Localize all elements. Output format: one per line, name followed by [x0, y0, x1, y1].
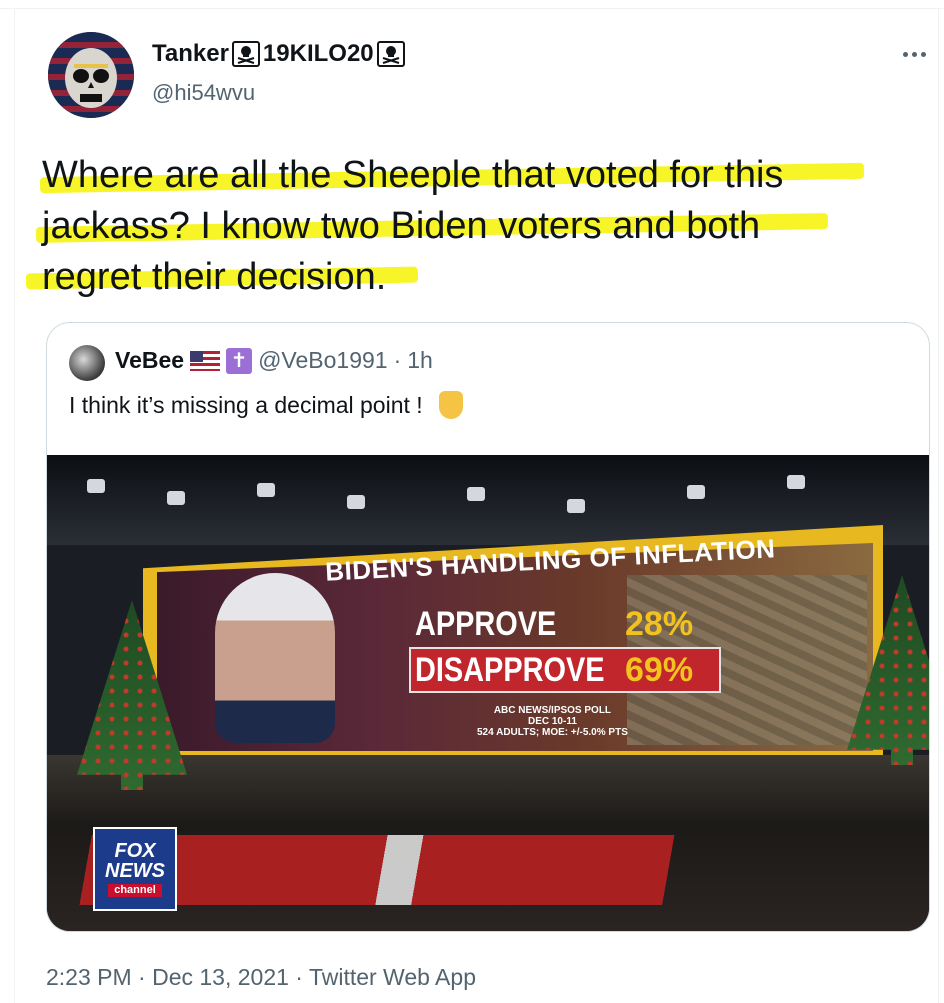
us-flag-icon: [190, 350, 221, 371]
fox-news-logo: FOX NEWS channel: [93, 827, 177, 911]
skull-flag-avatar-image: [48, 32, 134, 118]
ceiling-light: [257, 483, 275, 497]
ceiling-light: [687, 485, 705, 499]
tweet-text-line-3: regret their decision.: [42, 256, 387, 298]
tweet-text: Where are all the Sheeple that voted for…: [42, 150, 902, 303]
quoted-tweet-card[interactable]: VeBee ✝ @VeBo1991 · 1h I think it’s miss…: [46, 322, 930, 932]
author-name-suffix: 19KILO20: [262, 40, 374, 67]
ceiling-light: [467, 487, 485, 501]
right-divider: [938, 8, 939, 1003]
fox-logo-line-3: channel: [108, 884, 162, 897]
author-avatar[interactable]: [48, 32, 134, 118]
header-separator: ·: [393, 347, 402, 373]
author-handle[interactable]: @hi54wvu: [152, 80, 255, 106]
ceiling-light: [347, 495, 365, 509]
graphic-disapprove-value: 69%: [625, 651, 694, 689]
quoted-author-avatar[interactable]: [69, 345, 105, 381]
ceiling-light: [87, 479, 105, 493]
quoted-tweet-text: I think it’s missing a decimal point !: [69, 391, 464, 419]
skull-crossbones-icon: [231, 41, 260, 67]
quoted-tweet-text-body: I think it’s missing a decimal point !: [69, 392, 423, 418]
quoted-tweet-image[interactable]: BIDEN'S HANDLING OF INFLATION APPROVE 28…: [47, 455, 929, 931]
more-horizontal-icon: [902, 51, 908, 57]
latin-cross-icon: ✝: [226, 347, 253, 374]
ceiling-light: [167, 491, 185, 505]
pointing-down-icon: [439, 391, 464, 419]
tweet-text-line-2: jackass? I know two Biden voters and bot…: [42, 205, 761, 247]
quoted-author-name[interactable]: VeBee: [115, 347, 184, 374]
more-options-button[interactable]: [896, 40, 932, 68]
ceiling-light: [787, 475, 805, 489]
graphic-source-line-2: DEC 10-11: [527, 716, 577, 727]
fox-logo-line-1: FOX: [114, 840, 156, 862]
ceiling-light: [567, 499, 585, 513]
graphic-source: ABC NEWS/IPSOS POLL DEC 10-11 524 ADULTS…: [477, 705, 628, 738]
quoted-tweet-header: VeBee ✝ @VeBo1991 · 1h: [115, 347, 433, 374]
floor-stripe: [47, 835, 929, 905]
fox-logo-line-2: NEWS: [105, 860, 165, 882]
graphic-approve-label: APPROVE: [415, 605, 557, 643]
author-name-text: Tanker: [152, 40, 229, 67]
quoted-tweet-time[interactable]: 1h: [407, 347, 433, 374]
top-divider: [0, 8, 944, 9]
tweet-text-line-1: Where are all the Sheeple that voted for…: [42, 154, 784, 196]
graphic-disapprove-label: DISAPPROVE: [415, 651, 605, 689]
person-photo: [215, 573, 335, 743]
skull-crossbones-icon-2: [376, 41, 405, 67]
graphic-source-line-3: 524 ADULTS; MOE: +/-5.0% PTS: [477, 727, 628, 738]
graphic-source-line-1: ABC NEWS/IPSOS POLL: [493, 705, 612, 716]
quoted-author-handle[interactable]: @VeBo1991: [258, 347, 388, 374]
left-divider: [14, 8, 15, 1003]
graphic-approve-value: 28%: [625, 605, 694, 643]
author-name[interactable]: Tanker 19KILO20: [152, 40, 405, 68]
tweet-timestamp[interactable]: 2:23 PM · Dec 13, 2021 · Twitter Web App: [46, 964, 476, 991]
